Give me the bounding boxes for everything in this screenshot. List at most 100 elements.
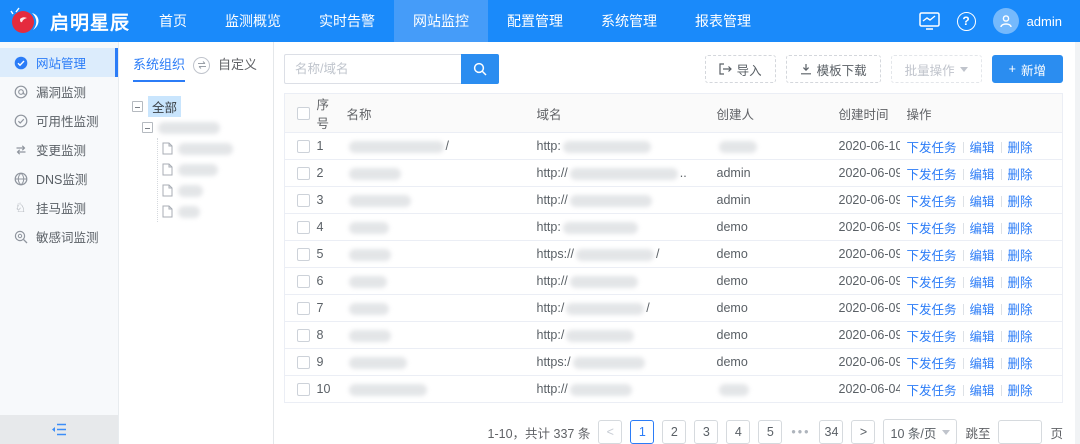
- row-checkbox[interactable]: [297, 275, 310, 288]
- pagination-summary: 1-10，共计 337 条: [488, 423, 591, 442]
- tree-node[interactable]: [142, 117, 273, 138]
- nav-item-website-monitoring[interactable]: 网站监控: [394, 0, 488, 42]
- delete-link[interactable]: 删除: [1008, 141, 1033, 155]
- nav-item-system-management[interactable]: 系统管理: [582, 0, 676, 42]
- edit-link[interactable]: 编辑: [970, 222, 995, 236]
- help-icon[interactable]: ?: [957, 12, 976, 31]
- delete-link[interactable]: 删除: [1008, 168, 1033, 182]
- tree-root-label[interactable]: 全部: [148, 96, 181, 117]
- page-size-select[interactable]: 10 条/页: [883, 419, 957, 444]
- dispatch-task-link[interactable]: 下发任务: [907, 357, 957, 371]
- row-checkbox[interactable]: [297, 194, 310, 207]
- page-button-4[interactable]: 4: [726, 420, 750, 444]
- page-button-1[interactable]: 1: [630, 420, 654, 444]
- row-checkbox[interactable]: [297, 140, 310, 153]
- select-all-checkbox[interactable]: [297, 107, 310, 120]
- sidebar-item-change-monitoring[interactable]: 变更监测: [0, 135, 118, 164]
- row-number: 3: [310, 187, 340, 214]
- batch-operation-button[interactable]: 批量操作: [891, 55, 982, 83]
- sidebar-item-trojan-monitoring[interactable]: ♘ 挂马监测: [0, 193, 118, 222]
- nav-item-config-management[interactable]: 配置管理: [488, 0, 582, 42]
- delete-link[interactable]: 删除: [1008, 249, 1033, 263]
- dispatch-task-link[interactable]: 下发任务: [907, 222, 957, 236]
- row-checkbox[interactable]: [297, 221, 310, 234]
- edit-link[interactable]: 编辑: [970, 168, 995, 182]
- page-button-3[interactable]: 3: [694, 420, 718, 444]
- delete-link[interactable]: 删除: [1008, 357, 1033, 371]
- page-button-5[interactable]: 5: [758, 420, 782, 444]
- divider: [963, 358, 964, 369]
- page-button-last[interactable]: 34: [819, 420, 843, 444]
- dispatch-task-link[interactable]: 下发任务: [907, 276, 957, 290]
- sidebar-item-sensitive-word-monitoring[interactable]: 敏感词监测: [0, 222, 118, 251]
- nav-item-monitor-overview[interactable]: 监测概览: [206, 0, 300, 42]
- table-row: 8 http:/ demo 2020-06-09 下发任务编辑删除: [285, 322, 1063, 349]
- nav-item-realtime-alerts[interactable]: 实时告警: [300, 0, 394, 42]
- search-button[interactable]: [461, 54, 499, 84]
- tab-custom[interactable]: 自定义: [218, 54, 257, 82]
- add-button[interactable]: + 新增: [992, 55, 1063, 83]
- scrollbar-track[interactable]: [1075, 42, 1080, 444]
- edit-link[interactable]: 编辑: [970, 384, 995, 398]
- dispatch-task-link[interactable]: 下发任务: [907, 195, 957, 209]
- nav-item-report-management[interactable]: 报表管理: [676, 0, 770, 42]
- sidebar-collapse-button[interactable]: [0, 415, 118, 444]
- tree-leaf[interactable]: [162, 201, 273, 222]
- tree-leaf[interactable]: [162, 138, 273, 159]
- created-date: 2020-06-09: [832, 241, 900, 268]
- row-number: 10: [310, 376, 340, 403]
- sidebar-item-website-management[interactable]: 网站管理: [0, 48, 118, 77]
- row-checkbox[interactable]: [297, 383, 310, 396]
- tab-system-organization[interactable]: 系统组织: [133, 54, 185, 82]
- edit-link[interactable]: 编辑: [970, 303, 995, 317]
- swap-tabs-button[interactable]: [193, 57, 210, 74]
- next-page-button[interactable]: >: [851, 420, 875, 444]
- sidebar-item-vulnerability-monitoring[interactable]: 漏洞监测: [0, 77, 118, 106]
- tree-leaf[interactable]: [162, 180, 273, 201]
- dispatch-task-link[interactable]: 下发任务: [907, 168, 957, 182]
- delete-link[interactable]: 删除: [1008, 276, 1033, 290]
- dispatch-task-link[interactable]: 下发任务: [907, 303, 957, 317]
- redacted-domain: [570, 168, 678, 180]
- edit-link[interactable]: 编辑: [970, 141, 995, 155]
- dispatch-task-link[interactable]: 下发任务: [907, 141, 957, 155]
- delete-link[interactable]: 删除: [1008, 330, 1033, 344]
- edit-link[interactable]: 编辑: [970, 249, 995, 263]
- delete-link[interactable]: 删除: [1008, 384, 1033, 398]
- current-user[interactable]: admin: [1027, 14, 1062, 29]
- edit-link[interactable]: 编辑: [970, 330, 995, 344]
- search-input[interactable]: [284, 54, 461, 84]
- sidebar-item-availability-monitoring[interactable]: 可用性监测: [0, 106, 118, 135]
- import-button[interactable]: 导入: [705, 55, 776, 83]
- collapse-node-icon[interactable]: [132, 101, 143, 112]
- edit-link[interactable]: 编辑: [970, 357, 995, 371]
- delete-link[interactable]: 删除: [1008, 303, 1033, 317]
- jump-to-page-input[interactable]: [998, 420, 1042, 444]
- document-icon: [162, 205, 173, 218]
- prev-page-button[interactable]: <: [598, 420, 622, 444]
- table-header-row: 序号 名称 域名 创建人 创建时间 操作: [285, 94, 1063, 133]
- edit-link[interactable]: 编辑: [970, 276, 995, 290]
- edit-link[interactable]: 编辑: [970, 195, 995, 209]
- redacted-name: [349, 222, 389, 234]
- more-pages-ellipsis[interactable]: •••: [791, 425, 810, 439]
- nav-item-home[interactable]: 首页: [140, 0, 206, 42]
- dispatch-task-link[interactable]: 下发任务: [907, 384, 957, 398]
- sidebar-item-dns-monitoring[interactable]: DNS监测: [0, 164, 118, 193]
- monitor-chart-icon[interactable]: [919, 12, 940, 30]
- dispatch-task-link[interactable]: 下发任务: [907, 330, 957, 344]
- dispatch-task-link[interactable]: 下发任务: [907, 249, 957, 263]
- page-button-2[interactable]: 2: [662, 420, 686, 444]
- row-checkbox[interactable]: [297, 329, 310, 342]
- tree-leaf[interactable]: [162, 159, 273, 180]
- tree-node-root[interactable]: 全部: [132, 96, 273, 117]
- collapse-node-icon[interactable]: [142, 122, 153, 133]
- delete-link[interactable]: 删除: [1008, 222, 1033, 236]
- row-checkbox[interactable]: [297, 356, 310, 369]
- row-checkbox[interactable]: [297, 302, 310, 315]
- delete-link[interactable]: 删除: [1008, 195, 1033, 209]
- avatar[interactable]: [993, 8, 1019, 34]
- row-checkbox[interactable]: [297, 248, 310, 261]
- row-checkbox[interactable]: [297, 167, 310, 180]
- template-download-button[interactable]: 模板下载: [786, 55, 881, 83]
